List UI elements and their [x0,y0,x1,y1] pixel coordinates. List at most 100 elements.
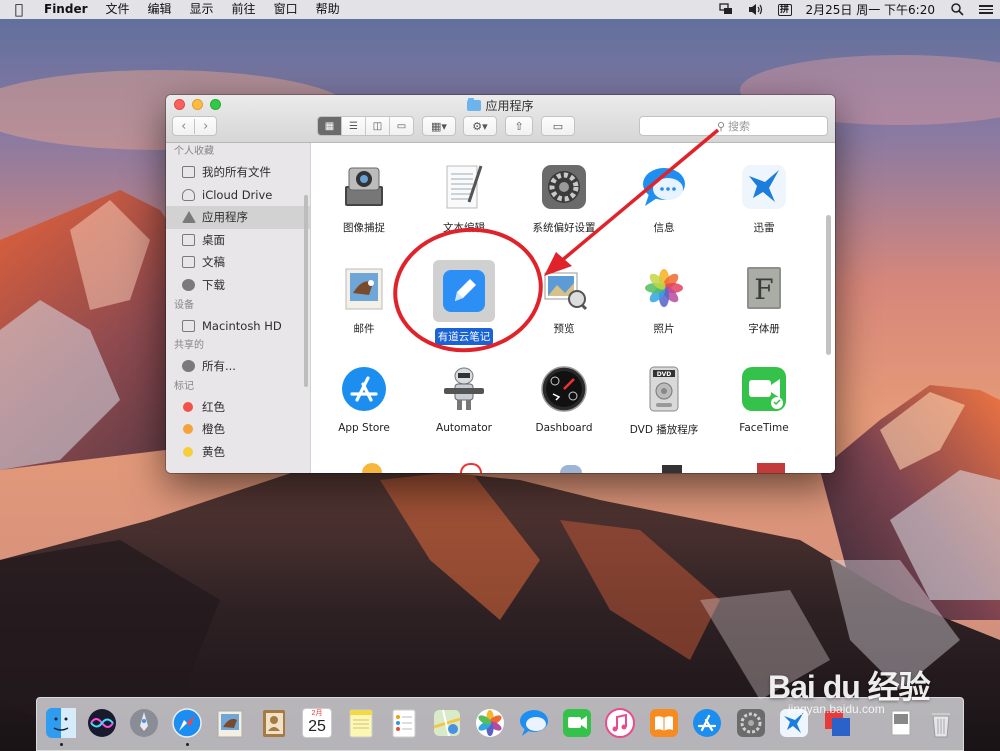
photos-icon [476,709,504,737]
app-app-store[interactable]: App Store [315,363,413,435]
app-xunlei[interactable]: 迅雷 [715,161,813,236]
dock-photos[interactable] [474,707,506,739]
notes-icon [349,709,373,738]
sidebar-item-desktop[interactable]: 桌面 [166,229,310,252]
dock-reminders[interactable] [388,707,420,739]
dock-itunes[interactable] [604,707,636,739]
app-facetime[interactable]: FaceTime [715,363,813,435]
desktop-icon [182,233,195,246]
dock-calendar[interactable]: 2月 25 [301,707,333,739]
app-dvd-player[interactable]: DVD DVD 播放程序 [615,363,713,438]
dock-app-store[interactable] [691,707,723,739]
messages-icon [520,710,548,736]
app-automator[interactable]: Automator [415,363,513,435]
sidebar-item-label: 桌面 [202,232,225,247]
cover-flow-button[interactable]: ▭ [389,117,413,135]
dock-contacts[interactable] [258,707,290,739]
app-font-book[interactable]: F 字体册 [715,262,813,337]
sidebar-item-all-shared[interactable]: 所有... [166,355,310,378]
dock-finder[interactable] [45,707,77,739]
app-messages[interactable]: 信息 [615,161,713,236]
search-input[interactable]: ⚲ 搜索 [639,116,828,136]
sidebar-item-downloads[interactable]: 下载 [166,274,310,297]
dock-siri[interactable] [86,707,118,739]
app-dashboard[interactable]: Dashboard [515,363,613,435]
arrange-button[interactable]: ▦▾ [422,116,456,136]
dock-messages[interactable] [518,707,550,739]
action-gear-button[interactable]: ⚙▾ [463,116,497,136]
sidebar-scrollbar[interactable] [304,195,308,387]
applications-icon [182,211,196,224]
system-preferences-icon [737,709,765,737]
dock-maps[interactable] [431,707,463,739]
dock-downloads-stack[interactable] [885,707,917,739]
sidebar-item-macintosh-hd[interactable]: Macintosh HD [166,315,310,338]
document-icon [182,256,195,269]
apple-menu-icon[interactable]:  [0,2,38,18]
sidebar-tag-yellow[interactable]: 黄色 [166,441,310,464]
menu-app-name[interactable]: Finder [38,0,97,19]
menu-file[interactable]: 文件 [97,0,139,19]
content-scrollbar[interactable] [826,215,831,355]
partial-app-icon [460,463,482,473]
maps-icon [433,709,461,737]
sidebar-item-label: 所有... [202,359,236,374]
window-title: 应用程序 [166,97,835,114]
menu-edit[interactable]: 编辑 [139,0,181,19]
input-method-icon[interactable]: 拼 [777,3,792,16]
dock-facetime[interactable] [561,707,593,739]
app-store-icon [338,363,390,415]
sidebar-item-label: Macintosh HD [202,318,282,333]
column-view-button[interactable]: ◫ [365,117,389,135]
sidebar-item-icloud-drive[interactable]: iCloud Drive [166,184,310,207]
finder-running-indicator [60,743,63,746]
sidebar-tag-red[interactable]: 红色 [166,396,310,419]
menu-help[interactable]: 帮助 [307,0,349,19]
icon-view-button[interactable]: ▦ [318,117,341,135]
mirroring-icon[interactable] [718,3,734,17]
dock-launchpad[interactable] [128,707,160,739]
menu-clock[interactable]: 2月25日 周一 下午6:20 [806,1,935,18]
volume-icon[interactable] [748,3,764,17]
back-button[interactable]: ‹ [173,119,194,134]
finder-window: 应用程序 ‹ › ▦ ☰ ◫ ▭ ▦▾ ⚙▾ ⇧ ▭ ⚲ 搜索 个人收藏 我的所… [166,95,835,473]
menu-view[interactable]: 显示 [181,0,223,19]
dock-safari[interactable] [171,707,203,739]
app-image-capture[interactable]: 图像捕捉 [315,161,413,236]
app-system-preferences[interactable]: 系统偏好设置 [515,161,613,236]
dock-ibooks[interactable] [648,707,680,739]
system-preferences-icon [538,161,590,213]
red-tag-dot [183,401,193,412]
share-button[interactable]: ⇧ [505,116,533,136]
sidebar-tag-orange[interactable]: 橙色 [166,418,310,441]
tag-button[interactable]: ▭ [541,116,575,136]
spotlight-search-icon[interactable] [949,3,965,17]
menu-window[interactable]: 窗口 [265,0,307,19]
dock-notes[interactable] [345,707,377,739]
app-photos[interactable]: 照片 [615,262,713,337]
sidebar-item-applications[interactable]: 应用程序 [166,206,310,229]
notification-center-icon[interactable] [979,5,993,14]
sidebar-item-label: 红色 [202,399,225,414]
sidebar-item-label: 我的所有文件 [202,165,271,179]
dock-trash[interactable] [925,707,957,739]
sidebar-section-shared: 共享的 [174,340,204,352]
app-mail[interactable]: 邮件 [315,262,413,337]
itunes-icon [605,708,635,738]
dock-system-preferences[interactable] [735,707,767,739]
sidebar-item-documents[interactable]: 文稿 [166,251,310,274]
sidebar-item-all-files[interactable]: 我的所有文件 [166,161,310,184]
app-label: 信息 [653,222,675,234]
partial-app-icon [757,463,785,473]
app-textedit[interactable]: 文本编辑 [415,161,513,236]
app-preview[interactable]: 预览 [515,262,613,337]
app-youdao-note[interactable]: 有道云笔记 [415,260,513,345]
dock-mail[interactable] [214,707,246,739]
app-label: FaceTime [739,422,789,434]
forward-button[interactable]: › [194,118,216,134]
facetime-icon [738,363,790,415]
view-mode-selector: ▦ ☰ ◫ ▭ [317,116,414,136]
menu-go[interactable]: 前往 [223,0,265,19]
sidebar-item-label: 黄色 [202,444,225,459]
list-view-button[interactable]: ☰ [341,117,365,135]
